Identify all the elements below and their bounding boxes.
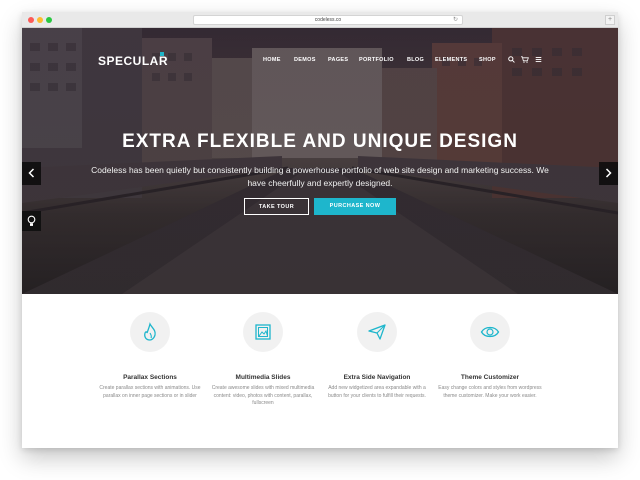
nav-pages[interactable]: PAGES	[328, 57, 348, 63]
hero-section: SPECULAR HOME DEMOS PAGES PORTFOLIO BLOG…	[22, 28, 618, 294]
image-icon	[255, 324, 271, 340]
feature-description: Create parallax sections with animations…	[99, 385, 201, 399]
feature-title: Multimedia Slides	[235, 374, 291, 381]
purchase-now-button[interactable]: PURCHASE NOW	[314, 198, 396, 215]
feature-icon-circle	[470, 312, 510, 352]
hero-subtext: Codeless has been quietly but consistent…	[91, 165, 549, 188]
close-window-button[interactable]	[28, 17, 34, 23]
nav-blog[interactable]: BLOG	[407, 57, 424, 63]
nav-demos[interactable]: DEMOS	[294, 57, 316, 63]
chevron-left-icon	[28, 168, 35, 178]
feature-title: Parallax Sections	[123, 374, 177, 381]
reload-icon[interactable]: ↻	[453, 16, 458, 25]
address-bar[interactable]: codeless.co ↻	[193, 15, 463, 25]
cart-icon[interactable]	[521, 56, 529, 66]
eye-icon	[480, 326, 500, 338]
feature-title: Extra Side Navigation	[343, 374, 411, 381]
feature-icon-circle	[357, 312, 397, 352]
new-tab-button[interactable]: +	[605, 15, 615, 25]
feature-description: Easy change colors and styles from wordp…	[438, 385, 542, 399]
nav-elements[interactable]: ELEMENTS	[435, 57, 467, 63]
browser-window: codeless.co ↻ + SPECULAR HOME DEMOS PAGE…	[22, 12, 618, 448]
flame-icon	[144, 322, 156, 341]
search-icon[interactable]	[508, 56, 515, 66]
maximize-window-button[interactable]	[46, 17, 52, 23]
paper-plane-icon	[368, 324, 386, 340]
minimize-window-button[interactable]	[37, 17, 43, 23]
side-panel-toggle[interactable]	[22, 211, 41, 231]
logo-accent-square	[160, 52, 164, 56]
browser-titlebar: codeless.co ↻ +	[22, 12, 618, 28]
take-tour-button[interactable]: TAKE TOUR	[244, 198, 309, 215]
features-section: Parallax Sections Create parallax sectio…	[22, 294, 618, 448]
hero-headline: EXTRA FLEXIBLE AND UNIQUE DESIGN	[122, 131, 518, 152]
address-bar-url: codeless.co	[314, 17, 342, 23]
nav-home[interactable]: HOME	[263, 57, 281, 63]
lightbulb-icon	[27, 215, 36, 226]
site-logo[interactable]: SPECULAR	[98, 54, 168, 68]
feature-description: Create awesome slides with mixed multime…	[211, 385, 315, 406]
feature-description: Add new widgetized area expandable with …	[328, 385, 426, 399]
chevron-right-icon	[605, 168, 612, 178]
nav-shop[interactable]: SHOP	[479, 57, 496, 63]
feature-title: Theme Customizer	[460, 374, 520, 381]
feature-icon-circle	[130, 312, 170, 352]
slider-prev-button[interactable]	[22, 162, 41, 185]
menu-icon[interactable]	[535, 56, 542, 66]
slider-next-button[interactable]	[599, 162, 618, 185]
nav-portfolio[interactable]: PORTFOLIO	[359, 57, 394, 63]
feature-icon-circle	[243, 312, 283, 352]
